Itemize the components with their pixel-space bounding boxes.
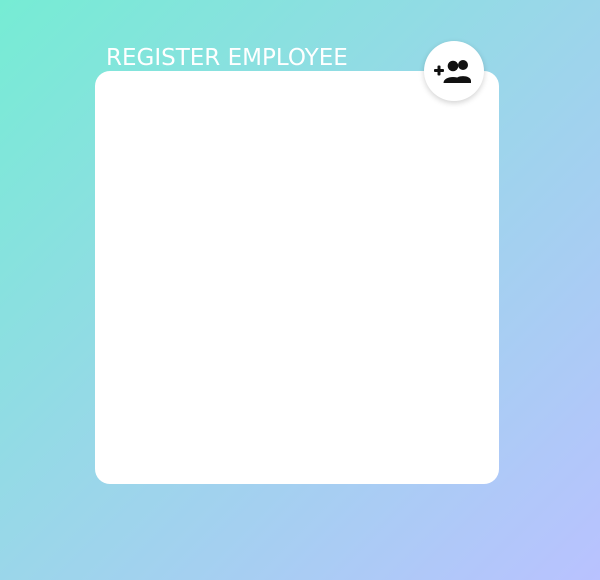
register-employee-page: REGISTER EMPLOYEE [0, 0, 600, 580]
add-employee-button[interactable] [424, 41, 484, 101]
page-title: REGISTER EMPLOYEE [106, 45, 348, 71]
registration-form-card [95, 71, 499, 484]
add-group-icon [433, 56, 475, 86]
